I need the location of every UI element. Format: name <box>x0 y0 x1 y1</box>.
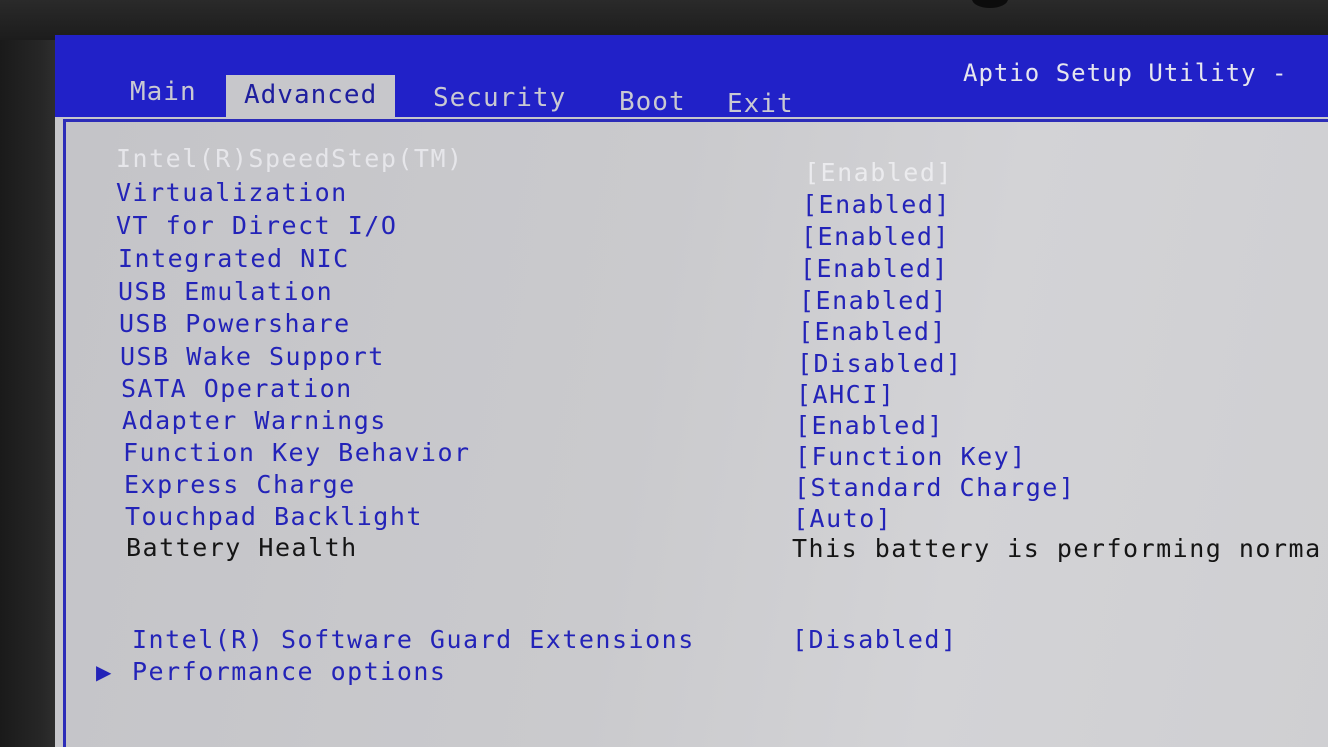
setting-value[interactable]: [Disabled] <box>797 349 963 379</box>
setting-label: Express Charge <box>124 470 356 499</box>
setting-value[interactable]: [Enabled] <box>798 317 947 347</box>
webcam-dot <box>972 0 1008 8</box>
tab-exit[interactable]: Exit <box>727 87 794 121</box>
battery-health-status: This battery is performing norma <box>792 534 1322 563</box>
setting-label: Adapter Warnings <box>122 406 387 435</box>
setting-value[interactable]: [AHCI] <box>796 380 895 410</box>
setting-label: Battery Health <box>126 533 358 562</box>
setting-label: Intel(R) Software Guard Extensions <box>132 625 695 654</box>
setting-value[interactable]: [Standard Charge] <box>794 473 1075 503</box>
tab-main[interactable]: Main <box>130 75 197 109</box>
setting-value[interactable]: [Enabled] <box>804 158 953 188</box>
tab-boot[interactable]: Boot <box>619 85 686 119</box>
setting-label: VT for Direct I/O <box>116 211 398 240</box>
setting-value[interactable]: [Enabled] <box>802 190 951 220</box>
setting-label: USB Wake Support <box>120 342 385 371</box>
setting-value[interactable]: [Enabled] <box>800 254 949 284</box>
tab-advanced[interactable]: Advanced <box>226 75 396 123</box>
setting-label: SATA Operation <box>121 374 353 403</box>
setting-label: USB Powershare <box>119 309 351 338</box>
triangle-right-icon: ▶ <box>96 660 112 684</box>
setting-label: USB Emulation <box>118 277 334 306</box>
monitor-screen: Main Advanced Security Boot Exit Aptio S… <box>0 0 1328 747</box>
setting-value[interactable]: [Function Key] <box>795 442 1027 472</box>
submenu-label: Performance options <box>132 657 447 686</box>
monitor-bezel <box>0 0 1328 40</box>
setting-label: Touchpad Backlight <box>125 502 423 531</box>
setting-value[interactable]: [Enabled] <box>801 222 950 252</box>
setting-value[interactable]: [Enabled] <box>795 411 944 441</box>
utility-title: Aptio Setup Utility - <box>963 59 1288 87</box>
advanced-settings-panel: Intel(R)SpeedStep(TM) [Enabled] Virtuali… <box>63 119 1328 747</box>
setting-value[interactable]: [Disabled] <box>792 625 958 655</box>
setting-value[interactable]: [Auto] <box>793 504 892 534</box>
tab-security[interactable]: Security <box>433 81 566 115</box>
setting-label: Intel(R)SpeedStep(TM) <box>116 144 464 173</box>
setting-label: Function Key Behavior <box>123 438 471 467</box>
setting-label: Integrated NIC <box>118 244 350 273</box>
bios-setup-window: Main Advanced Security Boot Exit Aptio S… <box>55 35 1328 747</box>
setting-value[interactable]: [Enabled] <box>799 286 948 316</box>
bios-header-bar: Main Advanced Security Boot Exit Aptio S… <box>55 35 1328 123</box>
setting-label: Virtualization <box>116 178 348 207</box>
